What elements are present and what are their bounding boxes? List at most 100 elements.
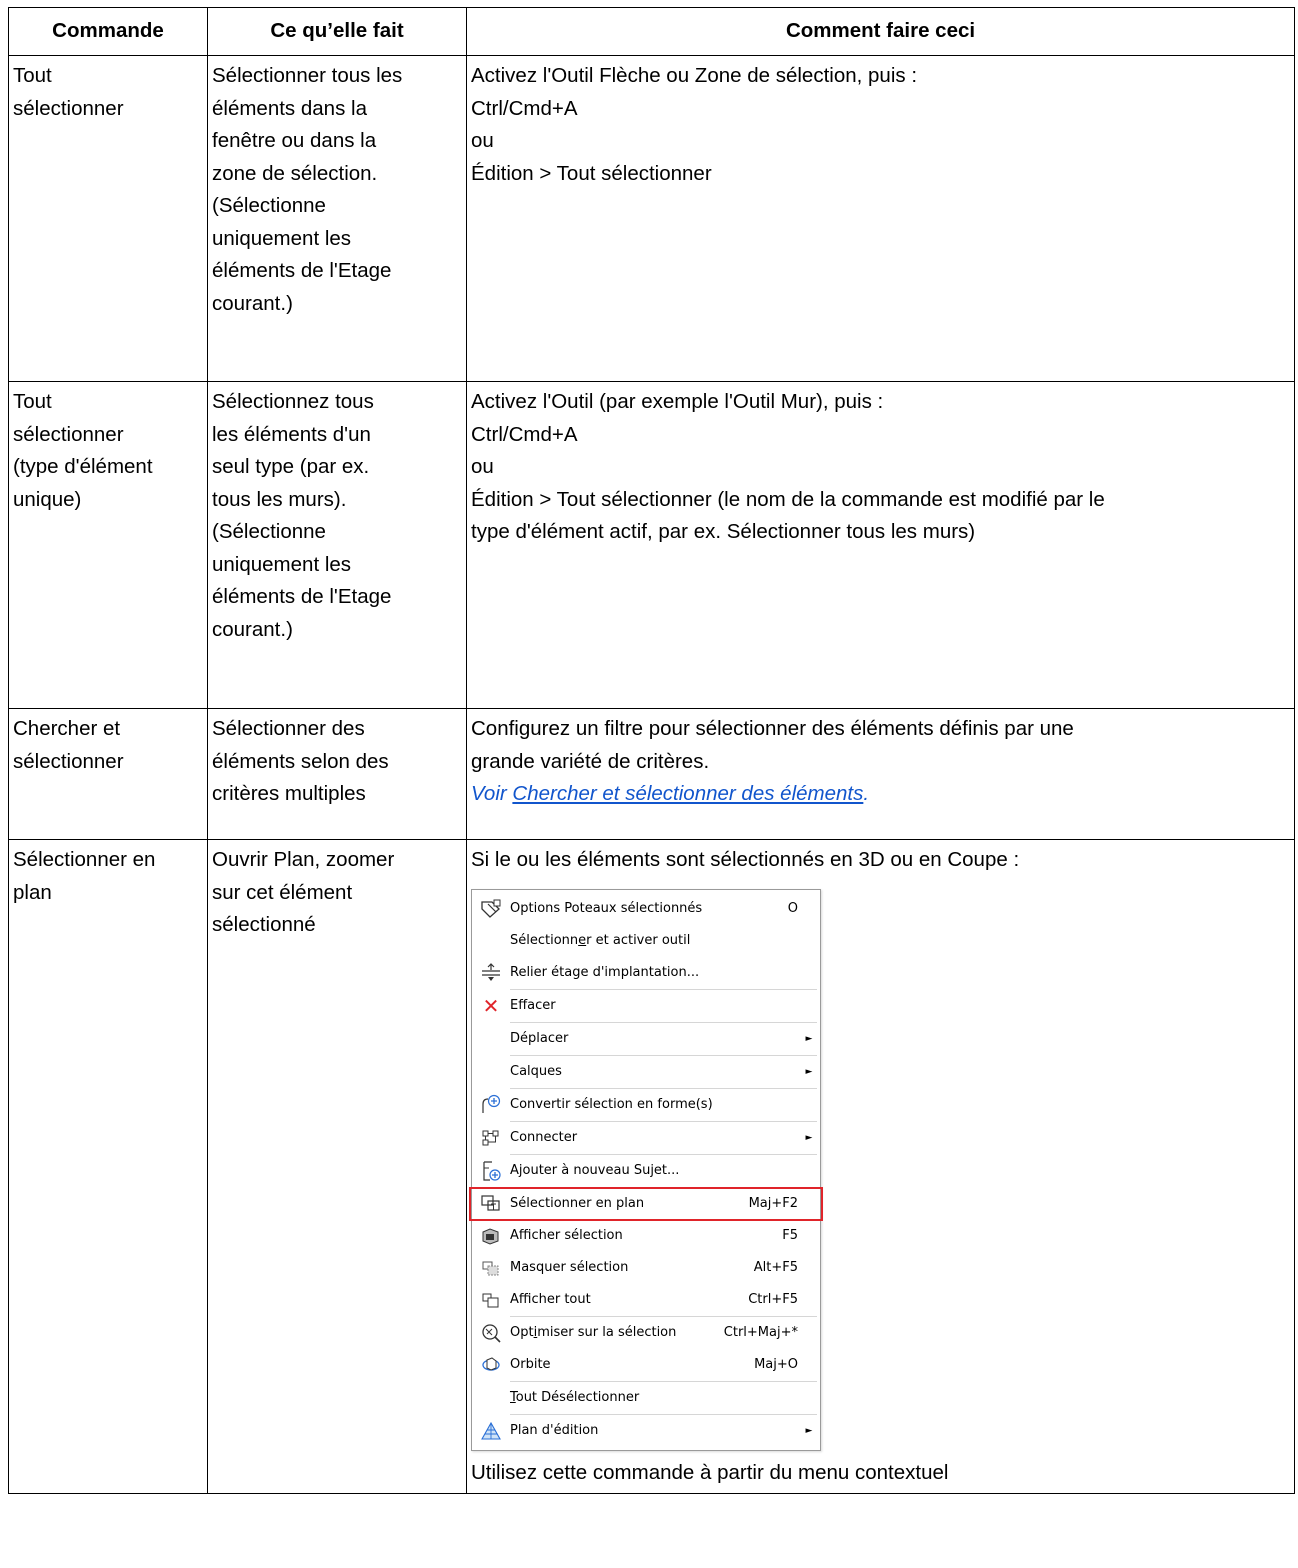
menu-item-label: Options Poteaux sélectionnés — [510, 900, 703, 916]
table-row: Tout sélectionner Sélectionner tous les … — [8, 55, 1295, 382]
text-line: fenêtre ou dans la — [212, 129, 377, 152]
text-line: éléments de l'Etage — [212, 585, 392, 608]
command-cell: Tout sélectionner (type d'élément unique… — [8, 381, 208, 709]
menu-item-label: Masquer sélection — [510, 1259, 629, 1275]
text-line: éléments de l'Etage — [212, 259, 392, 282]
menu-item-show-selection[interactable]: Afficher sélection F5 — [472, 1220, 820, 1252]
text-line: critères multiples — [212, 782, 366, 805]
text-line: ou — [471, 129, 494, 152]
instructions-cell: Configurez un filtre pour sélectionner d… — [466, 708, 1295, 840]
menu-item-zoom-to-selection[interactable]: Optimiser sur la sélection Ctrl+Maj+* — [472, 1317, 820, 1349]
text-line: seul type (par ex. — [212, 455, 370, 478]
menu-item-delete[interactable]: ✕ Effacer — [472, 990, 820, 1022]
menu-item-shortcut: O — [787, 900, 798, 916]
menu-item-label: Afficher tout — [510, 1291, 591, 1307]
menu-item-label: Tout Désélectionner — [510, 1389, 640, 1405]
menu-item-orbit[interactable]: Orbite Maj+O — [472, 1349, 820, 1381]
menu-item-convert-morph[interactable]: Convertir sélection en forme(s) — [472, 1089, 820, 1121]
story-link-icon — [472, 962, 510, 984]
table-header-row: Commande Ce qu’elle fait Comment faire c… — [8, 7, 1295, 56]
menu-item-select-activate-tool[interactable]: Sélectionner et activer outil — [472, 925, 820, 957]
instructions-cell: Activez l'Outil Flèche ou Zone de sélect… — [466, 55, 1295, 382]
menu-item-shortcut: Maj+O — [754, 1356, 798, 1372]
see-also-line: Voir Chercher et sélectionner des élémen… — [471, 778, 1290, 811]
command-cell: Sélectionner en plan — [8, 839, 208, 1494]
add-topic-icon — [472, 1160, 510, 1182]
header-how-to: Comment faire ceci — [466, 7, 1295, 56]
submenu-arrow-icon: ► — [805, 1132, 813, 1143]
menu-item-column-settings[interactable]: Options Poteaux sélectionnés O — [472, 893, 820, 925]
menu-item-layers[interactable]: Calques ► — [472, 1056, 820, 1088]
menu-item-shortcut: Ctrl+Maj+* — [723, 1324, 798, 1340]
menu-item-label: Ajouter à nouveau Sujet... — [510, 1162, 680, 1178]
text-line: éléments dans la — [212, 96, 367, 120]
text-line: éléments selon des — [212, 749, 389, 773]
text-line: uniquement les — [212, 552, 352, 576]
text-line: Ouvrir Plan, zoomer — [212, 848, 395, 871]
text-line: type d'élément actif, par ex. Sélectionn… — [471, 520, 976, 543]
menu-item-move[interactable]: Déplacer ► — [472, 1023, 820, 1055]
table-row: Sélectionner en plan Ouvrir Plan, zoomer… — [8, 839, 1295, 1494]
see-suffix: . — [863, 782, 870, 805]
zoom-selection-icon — [472, 1322, 510, 1344]
menu-item-label: Plan d'édition — [510, 1422, 599, 1438]
see-prefix: Voir — [471, 782, 513, 805]
menu-item-label: Afficher sélection — [510, 1227, 623, 1243]
text-line: Si le ou les éléments sont sélectionnés … — [471, 848, 1020, 871]
header-what-it-does: Ce qu’elle fait — [207, 7, 467, 56]
editing-plane-icon — [472, 1420, 510, 1442]
text-line: unique) — [13, 487, 82, 511]
instructions-cell: Si le ou les éléments sont sélectionnés … — [466, 839, 1295, 1494]
text-line: Utilisez cette commande à partir du menu… — [471, 1460, 949, 1484]
menu-item-show-all[interactable]: Afficher tout Ctrl+F5 — [472, 1284, 820, 1316]
description-cell: Sélectionner tous les éléments dans la f… — [207, 55, 467, 382]
description-cell: Sélectionnez tous les éléments d'un seul… — [207, 381, 467, 709]
text-line: Tout — [13, 64, 52, 87]
menu-item-label: Relier étage d'implantation... — [510, 964, 700, 980]
submenu-arrow-icon: ► — [805, 1425, 813, 1436]
menu-item-label: Sélectionner en plan — [510, 1195, 645, 1211]
menu-item-connect[interactable]: Connecter ► — [472, 1122, 820, 1154]
delete-icon: ✕ — [482, 993, 500, 1018]
menu-item-hide-selection[interactable]: Masquer sélection Alt+F5 — [472, 1252, 820, 1284]
context-menu: Options Poteaux sélectionnés O Sélection… — [469, 888, 823, 1451]
menu-item-label: Connecter — [510, 1129, 578, 1145]
text-line: sélectionné — [212, 913, 316, 936]
menu-item-label: Sélectionner et activer outil — [510, 932, 691, 948]
submenu-arrow-icon: ► — [805, 1033, 813, 1044]
table-row: Tout sélectionner (type d'élément unique… — [8, 381, 1295, 709]
menu-item-deselect-all[interactable]: Tout Désélectionner — [472, 1382, 820, 1414]
text-line: Édition > Tout sélectionner (le nom de l… — [471, 487, 1105, 511]
text-line: grande variété de critères. — [471, 749, 710, 773]
see-also-link[interactable]: Chercher et sélectionner des éléments — [512, 782, 863, 805]
command-cell: Tout sélectionner — [8, 55, 208, 382]
text-line: Chercher et — [13, 717, 121, 740]
menu-item-label: Effacer — [510, 997, 556, 1013]
menu-item-link-story[interactable]: Relier étage d'implantation... — [472, 957, 820, 989]
convert-morph-icon — [472, 1094, 510, 1116]
menu-item-shortcut: F5 — [782, 1227, 798, 1243]
instructions-cell: Activez l'Outil (par exemple l'Outil Mur… — [466, 381, 1295, 709]
orbit-icon — [472, 1354, 510, 1376]
select-in-plan-icon — [472, 1193, 510, 1215]
menu-item-label: Orbite — [510, 1356, 551, 1372]
text-line: tous les murs). — [212, 487, 347, 511]
description-cell: Ouvrir Plan, zoomer sur cet élément séle… — [207, 839, 467, 1494]
menu-item-add-topic[interactable]: Ajouter à nouveau Sujet... — [472, 1155, 820, 1187]
text-line: Édition > Tout sélectionner — [471, 161, 712, 185]
menu-item-shortcut: Ctrl+F5 — [748, 1291, 798, 1307]
menu-item-label: Optimiser sur la sélection — [510, 1324, 677, 1340]
menu-item-select-in-plan[interactable]: Sélectionner en plan Maj+F2 — [469, 1186, 823, 1221]
text-line: uniquement les — [212, 226, 352, 250]
text-line: Sélectionner des — [212, 717, 365, 740]
text-line: Sélectionner tous les — [212, 64, 403, 87]
text-line: sélectionner — [13, 96, 124, 120]
menu-item-editing-plane[interactable]: Plan d'édition ► — [472, 1415, 820, 1447]
command-table: Commande Ce qu’elle fait Comment faire c… — [8, 7, 1295, 1494]
header-command: Commande — [8, 7, 208, 56]
connect-icon — [472, 1127, 510, 1149]
text-line: sélectionner — [13, 422, 124, 446]
text-line: courant.) — [212, 291, 293, 315]
text-line: Sélectionner en — [13, 848, 156, 871]
text-line: zone de sélection. — [212, 161, 378, 185]
